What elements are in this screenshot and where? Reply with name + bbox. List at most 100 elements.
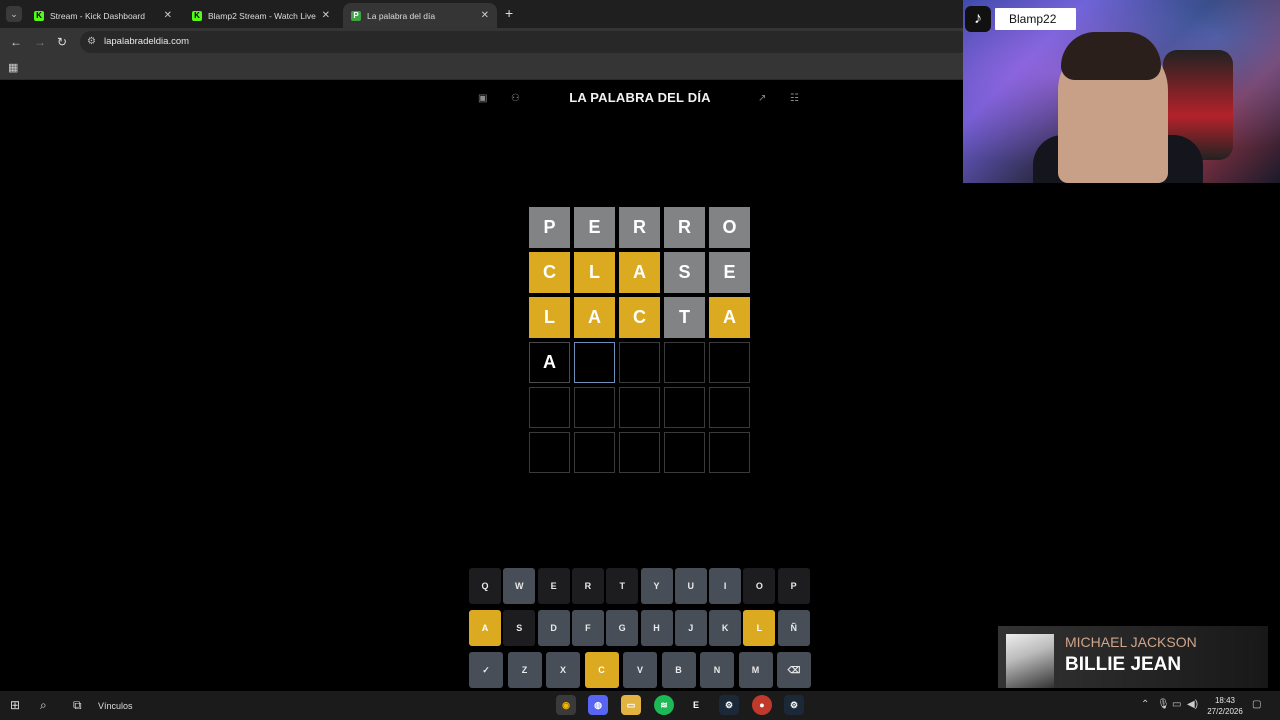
key-r[interactable]: R [571, 568, 604, 604]
key-m[interactable]: M [738, 652, 773, 688]
key-f[interactable]: F [571, 610, 604, 646]
artist-name: MICHAEL JACKSON [1065, 634, 1197, 650]
tiktok-handle: ♪ Blamp22 [963, 4, 1077, 34]
streamer-hair [1061, 32, 1161, 80]
now-playing-overlay: MICHAEL JACKSON BILLIE JEAN [998, 626, 1268, 688]
task-view-icon[interactable]: ⧉ [73, 697, 82, 713]
tab-kick-dashboard[interactable]: K Stream - Kick Dashboard ✕ [26, 3, 180, 28]
board-tile: R [619, 207, 660, 248]
chevron-up-icon[interactable]: ⌃ [1141, 699, 1149, 710]
key-k[interactable]: K [709, 610, 742, 646]
album-art [1006, 634, 1054, 688]
key-q[interactable]: Q [469, 568, 501, 604]
board-tile [709, 432, 750, 473]
tab-label: Blamp2 Stream - Watch Live on [208, 10, 316, 21]
windows-taskbar: ⊞ ⌕ ⧉ Vínculos ◉ ◍ ▭ ≋ E ⚙ ● ⚙ ⌃ 🎙 ▭ ◀) … [0, 691, 1280, 720]
url-bar[interactable]: ⚙ lapalabradeldia.com [80, 31, 970, 53]
key-n[interactable]: N [700, 652, 734, 688]
obs-icon[interactable]: ● [752, 695, 772, 715]
webcam-overlay: ♪ Blamp22 [963, 0, 1280, 183]
game-board: PERROCLASELACTAA [529, 207, 751, 477]
tab-search-icon[interactable]: ⌄ [6, 6, 22, 22]
on-screen-keyboard: Q W E R T Y U I O P A S D F G H J K L Ñ ✓ Z X C V B N M ⌫ [469, 568, 811, 694]
file-explorer-icon[interactable]: ▭ [621, 695, 641, 715]
key-b[interactable]: B [661, 652, 696, 688]
key-i[interactable]: I [709, 568, 742, 604]
spotify-icon[interactable]: ≋ [654, 695, 674, 715]
kick-favicon-icon: K [34, 10, 44, 21]
key-z[interactable]: Z [507, 652, 542, 688]
steam-icon[interactable]: ⚙ [719, 695, 739, 715]
close-icon[interactable]: ✕ [322, 10, 330, 21]
steam-alt-icon[interactable]: ⚙ [784, 695, 804, 715]
tab-blamp2-stream[interactable]: K Blamp2 Stream - Watch Live on ✕ [184, 3, 338, 28]
palabra-favicon-icon: P [351, 10, 361, 21]
volume-icon[interactable]: ◀) [1187, 699, 1198, 710]
key-o[interactable]: O [743, 568, 776, 604]
key-d[interactable]: D [537, 610, 570, 646]
board-tile: A [574, 297, 615, 338]
board-tile: C [619, 297, 660, 338]
chrome-icon[interactable]: ◉ [556, 695, 576, 715]
key-t[interactable]: T [606, 568, 639, 604]
board-tile [619, 432, 660, 473]
microphone-icon[interactable]: 🎙 [1157, 699, 1170, 710]
key-u[interactable]: U [674, 568, 707, 604]
board-row: A [529, 342, 751, 383]
board-tile [529, 432, 570, 473]
key-l[interactable]: L [743, 610, 776, 646]
board-row: PERRO [529, 207, 751, 248]
forward-arrow-icon[interactable]: → [34, 35, 46, 49]
board-tile: E [574, 207, 615, 248]
url-text: lapalabradeldia.com [104, 36, 190, 47]
discord-icon[interactable]: ◍ [588, 695, 608, 715]
enter-check-icon[interactable]: ✓ [469, 652, 503, 688]
key-p[interactable]: P [777, 568, 810, 604]
site-info-icon[interactable]: ⚙ [87, 36, 96, 47]
board-tile: L [529, 297, 570, 338]
windows-start-icon[interactable]: ⊞ [10, 697, 20, 713]
board-tile: A [709, 297, 750, 338]
page-title: LA PALABRA DEL DÍA [569, 90, 711, 105]
system-clock[interactable]: 18:43 27/2/2026 [1206, 695, 1244, 717]
keyboard-row: ✓ Z X C V B N M ⌫ [469, 652, 811, 688]
board-tile: L [574, 252, 615, 293]
notification-icon[interactable]: ▢ [1252, 699, 1261, 710]
reload-icon[interactable]: ↻ [57, 35, 67, 49]
key-v[interactable]: V [623, 652, 657, 688]
epic-games-icon[interactable]: E [686, 695, 706, 715]
key-a[interactable]: A [469, 610, 501, 646]
key-g[interactable]: G [606, 610, 639, 646]
close-icon[interactable]: ✕ [481, 10, 489, 21]
key-h[interactable]: H [640, 610, 673, 646]
key-x[interactable]: X [546, 652, 580, 688]
search-icon[interactable]: ⌕ [40, 697, 47, 713]
apps-grid-icon[interactable]: ▦ [8, 61, 18, 74]
user-icon[interactable]: ⚇ [511, 93, 520, 104]
key-e[interactable]: E [537, 568, 570, 604]
board-tile [664, 432, 705, 473]
tab-la-palabra[interactable]: P La palabra del día ✕ [343, 3, 497, 28]
key-c[interactable]: C [584, 652, 619, 688]
close-icon[interactable]: ✕ [164, 10, 172, 21]
key-j[interactable]: J [674, 610, 707, 646]
board-tile: O [709, 207, 750, 248]
stats-icon[interactable]: ↗ [758, 93, 766, 104]
network-icon[interactable]: ▭ [1172, 699, 1181, 710]
board-tile [574, 387, 615, 428]
key-s[interactable]: S [503, 610, 536, 646]
book-icon[interactable]: ▣ [478, 93, 487, 104]
key-y[interactable]: Y [640, 568, 673, 604]
key-ñ[interactable]: Ñ [777, 610, 810, 646]
new-tab-plus-icon[interactable]: + [505, 6, 513, 20]
backspace-icon[interactable]: ⌫ [777, 652, 811, 688]
settings-icon[interactable]: ☷ [790, 93, 799, 104]
key-w[interactable]: W [503, 568, 536, 604]
board-tile [574, 432, 615, 473]
board-row [529, 432, 751, 473]
board-tile: T [664, 297, 705, 338]
keyboard-row: ASDFGHJKLÑ [469, 610, 811, 646]
board-tile [664, 342, 705, 383]
taskbar-links-label[interactable]: Vínculos [98, 701, 133, 711]
back-arrow-icon[interactable]: ← [10, 35, 22, 49]
